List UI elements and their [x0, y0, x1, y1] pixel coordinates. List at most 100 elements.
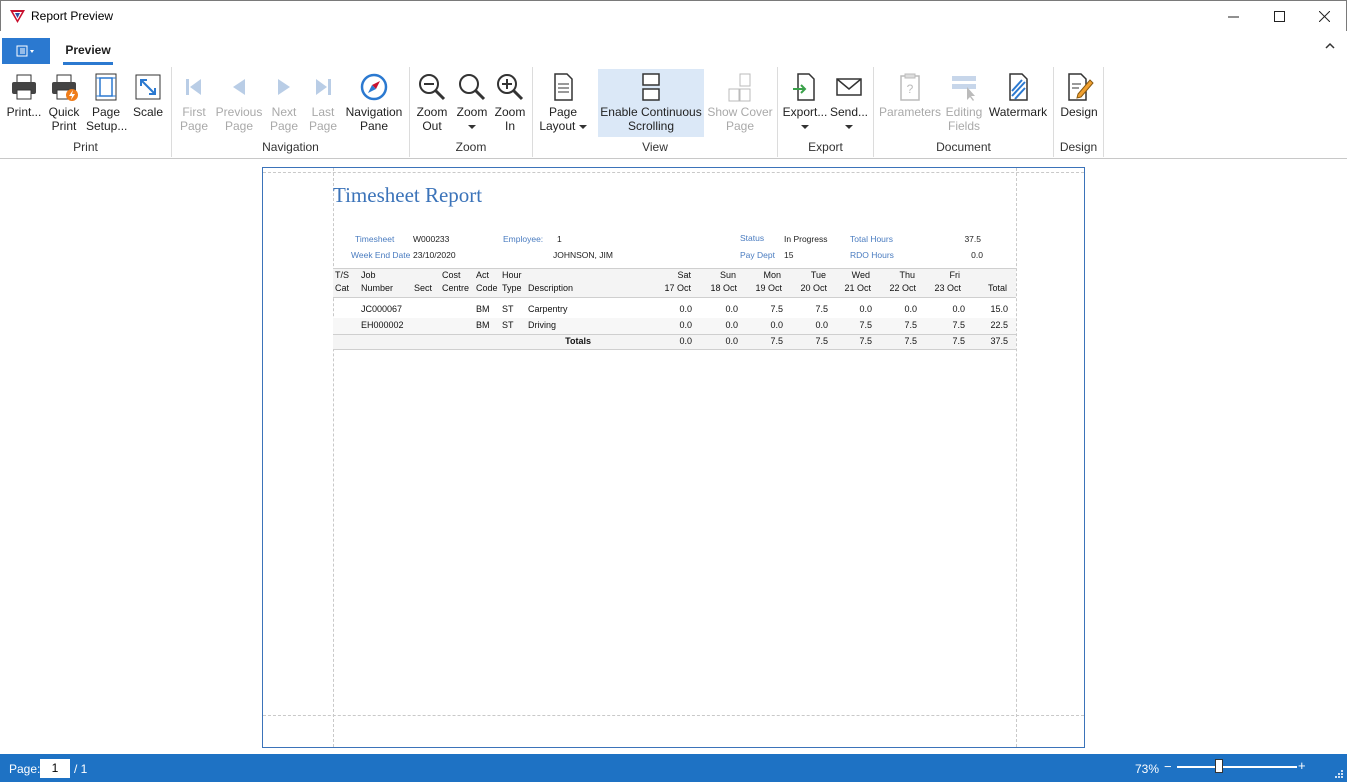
resize-grip-icon[interactable]	[1334, 769, 1344, 779]
margin-guide-top	[263, 172, 1084, 173]
col-sat-date: 17 Oct	[664, 283, 691, 293]
close-button[interactable]	[1301, 1, 1347, 31]
envelope-icon	[836, 78, 862, 96]
parameters-icon: ?	[900, 73, 920, 101]
zoom-slider-track[interactable]	[1177, 766, 1297, 768]
status-label: Status	[740, 233, 765, 243]
minimize-button[interactable]	[1210, 1, 1256, 31]
col-fri-date: 23 Oct	[934, 283, 961, 293]
page-setup-icon	[95, 73, 117, 101]
page-label: Page:	[9, 762, 41, 776]
total-hours-value: 37.5	[964, 234, 981, 244]
send-button[interactable]: Send...	[828, 69, 870, 137]
tab-preview[interactable]: Preview	[57, 41, 119, 65]
col-job-number-2: Number	[361, 283, 394, 293]
zoom-out-button[interactable]: Zoom Out	[412, 69, 452, 137]
col-mon-date: 19 Oct	[755, 283, 782, 293]
maximize-icon	[1273, 10, 1285, 22]
col-hour-type: Hour	[502, 270, 522, 280]
dropdown-caret-icon	[468, 124, 476, 129]
first-page-button[interactable]: First Page	[174, 69, 214, 137]
collapse-ribbon-button[interactable]	[1325, 39, 1335, 53]
chevron-up-icon	[1325, 42, 1335, 49]
watermark-button[interactable]: Watermark	[986, 69, 1050, 137]
previous-page-button[interactable]: Previous Page	[214, 69, 264, 137]
totals-tue: 7.5	[815, 336, 828, 346]
tab-preview-label: Preview	[65, 43, 111, 57]
document-group: ? Parameters Editing Fields Watermark Do…	[874, 67, 1054, 157]
compass-icon	[360, 73, 388, 101]
zoom-group: Zoom Out Zoom Zoom In Zoom	[410, 67, 533, 157]
totals-sun: 0.0	[725, 336, 738, 346]
zoom-minus-button[interactable]: −	[1164, 759, 1172, 774]
row-mon: 0.0	[770, 320, 783, 330]
row-description: Carpentry	[528, 304, 568, 314]
quick-print-button[interactable]: Quick Print	[44, 69, 84, 137]
design-button[interactable]: Design	[1058, 69, 1100, 137]
row-job-number: JC000067	[361, 304, 403, 314]
previous-page-icon	[233, 79, 245, 95]
status-bar: Page: 1 / 1 73% − +	[0, 754, 1347, 782]
export-button[interactable]: Export...	[782, 69, 828, 137]
dropdown-caret-icon	[578, 124, 587, 129]
employee-value: 1	[557, 234, 562, 244]
margin-guide-right	[1016, 168, 1017, 747]
col-cost-centre: Cost	[442, 270, 461, 280]
col-act-code: Act	[476, 270, 490, 280]
application-menu-button[interactable]	[2, 38, 50, 64]
row-wed: 7.5	[859, 320, 872, 330]
col-thu: Thu	[899, 270, 915, 280]
totals-sat: 0.0	[679, 336, 692, 346]
row-sat: 0.0	[679, 320, 692, 330]
print-button[interactable]: Print...	[4, 69, 44, 137]
editing-fields-button[interactable]: Editing Fields	[942, 69, 986, 137]
title-bar: Report Preview	[0, 0, 1347, 31]
document-viewer[interactable]: Timesheet Report Timesheet W000233 Emplo…	[0, 160, 1347, 754]
parameters-button[interactable]: ? Parameters	[878, 69, 942, 137]
row-fri: 0.0	[952, 304, 965, 314]
pay-dept-value: 15	[784, 250, 794, 260]
export-group: Export... Send... Export	[778, 67, 874, 157]
timesheet-value: W000233	[413, 234, 450, 244]
row-wed: 0.0	[859, 304, 872, 314]
svg-text:?: ?	[907, 82, 914, 96]
page-layout-button[interactable]: Page Layout	[539, 69, 587, 137]
next-page-button[interactable]: Next Page	[264, 69, 304, 137]
col-total: Total	[987, 283, 1007, 293]
dropdown-caret-icon	[845, 124, 853, 129]
zoom-slider-thumb[interactable]	[1215, 759, 1223, 773]
col-sat: Sat	[677, 270, 691, 280]
export-group-label: Export	[808, 140, 843, 154]
totals-fri: 7.5	[952, 336, 965, 346]
row-act-code: BM	[476, 320, 490, 330]
maximize-button[interactable]	[1256, 1, 1302, 31]
enable-continuous-scrolling-button[interactable]: Enable Continuous Scrolling	[598, 69, 704, 137]
last-page-button[interactable]: Last Page	[303, 69, 343, 137]
col-cost-centre-2: Centre	[442, 283, 470, 293]
zoom-in-button[interactable]: Zoom In	[490, 69, 530, 137]
zoom-plus-button[interactable]: +	[1298, 758, 1306, 773]
ribbon: Print... Quick Print Page Setup... Scale…	[0, 65, 1347, 159]
col-ts-cat-2: Cat	[335, 283, 350, 293]
scale-button[interactable]: Scale	[128, 69, 168, 137]
timesheet-label: Timesheet	[355, 234, 395, 244]
print-group-label: Print	[73, 140, 98, 154]
show-cover-page-button[interactable]: Show Cover Page	[706, 69, 774, 137]
export-icon	[793, 73, 815, 101]
row-fri: 7.5	[952, 320, 965, 330]
page-setup-button[interactable]: Page Setup...	[86, 69, 127, 137]
zoom-dropdown-button[interactable]: Zoom	[452, 69, 492, 137]
watermark-icon	[1009, 73, 1028, 101]
row-mon: 7.5	[770, 304, 783, 314]
row-sun: 0.0	[725, 304, 738, 314]
total-hours-label: Total Hours	[850, 234, 893, 244]
minimize-icon	[1227, 16, 1239, 17]
report-page: Timesheet Report Timesheet W000233 Emplo…	[262, 167, 1085, 748]
row-total: 15.0	[990, 304, 1008, 314]
close-icon	[1318, 10, 1330, 22]
navigation-pane-button[interactable]: Navigation Pane	[343, 69, 405, 137]
row-sat: 0.0	[679, 304, 692, 314]
zoom-percentage: 73%	[1135, 762, 1160, 776]
status-value: In Progress	[784, 234, 828, 244]
page-number-input[interactable]: 1	[40, 759, 70, 778]
